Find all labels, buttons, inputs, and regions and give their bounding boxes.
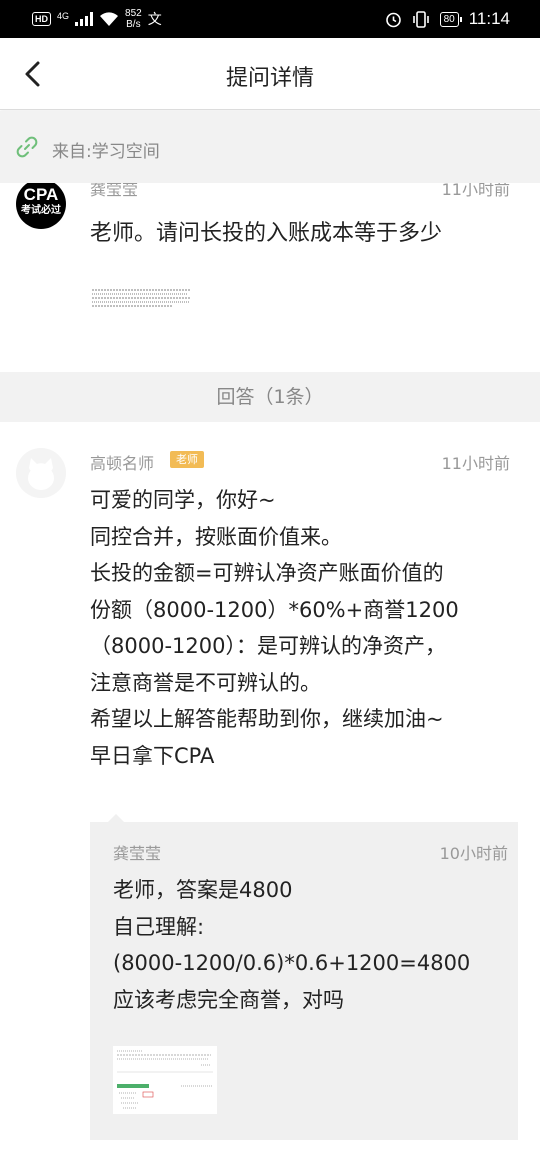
reply-line: 老师，答案是4800 [113, 878, 293, 902]
answer-line: 同控合并，按账面价值来。 [90, 524, 342, 549]
answer-text: 可爱的同学，你好~ 同控合并，按账面价值来。 长投的金额=可辨认净资产账面价值的… [90, 482, 530, 774]
reply-time: 10小时前 [439, 844, 508, 863]
question-attachment-image[interactable] [92, 287, 192, 311]
reply-line: (8000-1200/0.6)*0.6+1200=4800 [113, 951, 471, 975]
hd-indicator: HD [32, 12, 51, 26]
question-author: 龚莹莹 [90, 183, 139, 199]
answer-author: 高顿名师 [90, 454, 155, 473]
network-speed: 852 B/s [125, 8, 142, 30]
signal-icon [75, 12, 94, 26]
speed-value: 852 [125, 8, 142, 19]
translate-icon: 文 [147, 11, 162, 27]
battery-icon: 80 [439, 11, 462, 27]
reply-line: 自己理解: [113, 914, 205, 939]
teacher-badge: 老师 [170, 451, 204, 468]
wifi-icon [100, 12, 119, 26]
network-type: 4G [57, 11, 70, 21]
answer-line: 份额（8000-1200）*60%+商誉1200 [90, 597, 459, 622]
reply-pointer [108, 814, 124, 822]
answer-line: 可爱的同学，你好~ [90, 488, 276, 512]
reply-line: 应该考虑完全商誉，对吗 [113, 987, 344, 1012]
question-card: CPA 考试必过 龚莹莹 11小时前 老师。请问长投的入账成本等于多少 [0, 183, 540, 372]
source-row[interactable]: 来自:学习空间 [0, 111, 540, 183]
alarm-icon [385, 12, 401, 27]
reply-text: 老师，答案是4800 自己理解: (8000-1200/0.6)*0.6+120… [113, 872, 470, 1018]
answer-line: 希望以上解答能帮助到你，继续加油~ [90, 707, 444, 731]
reply-attachment-image[interactable] [113, 1046, 217, 1114]
status-bar: HD 4G 852 B/s 文 80 11:14 [0, 0, 540, 38]
teacher-avatar[interactable] [16, 448, 66, 498]
reply-author: 龚莹莹 [113, 844, 162, 863]
link-icon [16, 136, 38, 158]
nav-bar: 提问详情 [0, 38, 540, 110]
answer-line: （8000-1200）：是可辨认的净资产， [90, 634, 446, 658]
answer-count: 回答（1条） [216, 386, 324, 408]
question-time: 11小时前 [441, 183, 510, 199]
answers-header: 回答（1条） [0, 372, 540, 422]
page-title: 提问详情 [225, 66, 314, 91]
speed-unit: B/s [126, 19, 141, 30]
answer-time: 11小时前 [441, 454, 510, 473]
answer-line: 长投的金额=可辨认净资产账面价值的 [90, 561, 444, 585]
answer-card: 高顿名师 老师 11小时前 可爱的同学，你好~ 同控合并，按账面价值来。 长投的… [0, 422, 540, 1170]
answer-line: 注意商誉是不可辨认的。 [90, 670, 321, 695]
question-text: 老师。请问长投的入账成本等于多少 [90, 221, 443, 246]
avatar-text-bottom: 考试必过 [21, 205, 61, 216]
avatar-text-top: CPA [23, 185, 59, 204]
source-label: 来自:学习空间 [52, 142, 160, 162]
avatar[interactable]: CPA 考试必过 [16, 183, 66, 229]
clock: 11:14 [468, 9, 510, 28]
follow-up-reply: 龚莹莹 10小时前 老师，答案是4800 自己理解: (8000-1200/0.… [90, 814, 518, 1140]
vibrate-icon [412, 10, 429, 28]
answer-line: 早日拿下CPA [90, 743, 215, 768]
